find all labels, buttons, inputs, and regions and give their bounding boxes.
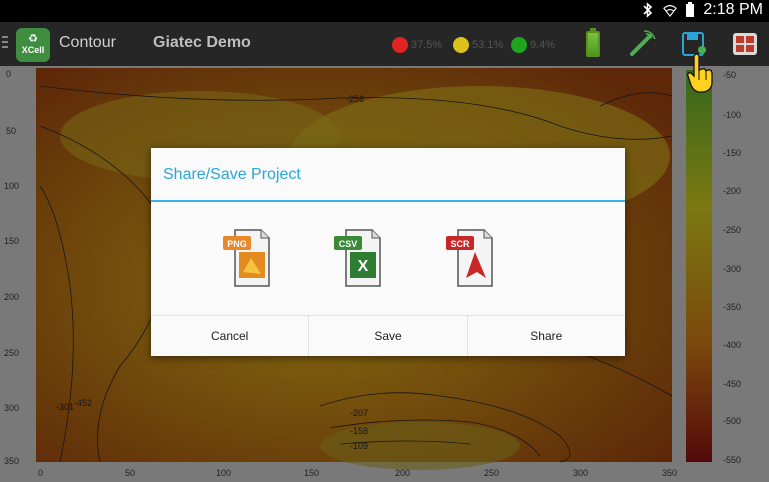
red-dot-icon [392,37,408,53]
app-logo[interactable]: ♻ XCell [16,28,50,62]
dialog-title-divider [151,200,625,202]
csv-tag: CSV [339,239,358,249]
status-bar: 2:18 PM [0,0,769,22]
recycle-icon: ♻ [28,33,38,45]
bluetooth-icon [643,2,653,18]
project-name: Giatec Demo [153,34,251,51]
scr-file-icon[interactable]: SCR [444,228,494,288]
scr-tag: SCR [450,239,470,249]
drawer-menu-icon[interactable] [2,36,10,50]
screen-title: Contour [59,34,116,51]
app-screen: 2:18 PM ♻ XCell Contour Giatec Demo 37.5… [0,0,769,482]
battery-icon [686,2,695,17]
share-button[interactable]: Share [468,316,625,356]
probe-connection-icon[interactable] [628,30,656,58]
share-save-dialog: Share/Save Project PNG X CSV SCR Cancel … [151,148,625,356]
tap-hand-icon [687,53,713,93]
green-percentage: 9.4% [511,37,555,53]
action-bar: ♻ XCell Contour Giatec Demo 37.5% 53.1% … [0,22,769,66]
svg-text:X: X [358,258,369,275]
red-percentage: 37.5% [392,37,442,53]
yellow-dot-icon [453,37,469,53]
grid-toggle-icon[interactable] [732,32,758,56]
dialog-button-bar: Cancel Save Share [151,315,625,356]
csv-file-icon[interactable]: X CSV [332,228,382,288]
device-battery-icon [586,28,600,57]
png-tag: PNG [227,239,247,249]
png-file-icon[interactable]: PNG [221,228,271,288]
dialog-title: Share/Save Project [163,166,301,183]
wifi-icon [663,5,678,18]
yellow-percentage: 53.1% [453,37,503,53]
status-time: 2:18 PM [703,1,763,18]
cancel-button[interactable]: Cancel [151,316,310,356]
green-dot-icon [511,37,527,53]
save-button[interactable]: Save [309,316,468,356]
